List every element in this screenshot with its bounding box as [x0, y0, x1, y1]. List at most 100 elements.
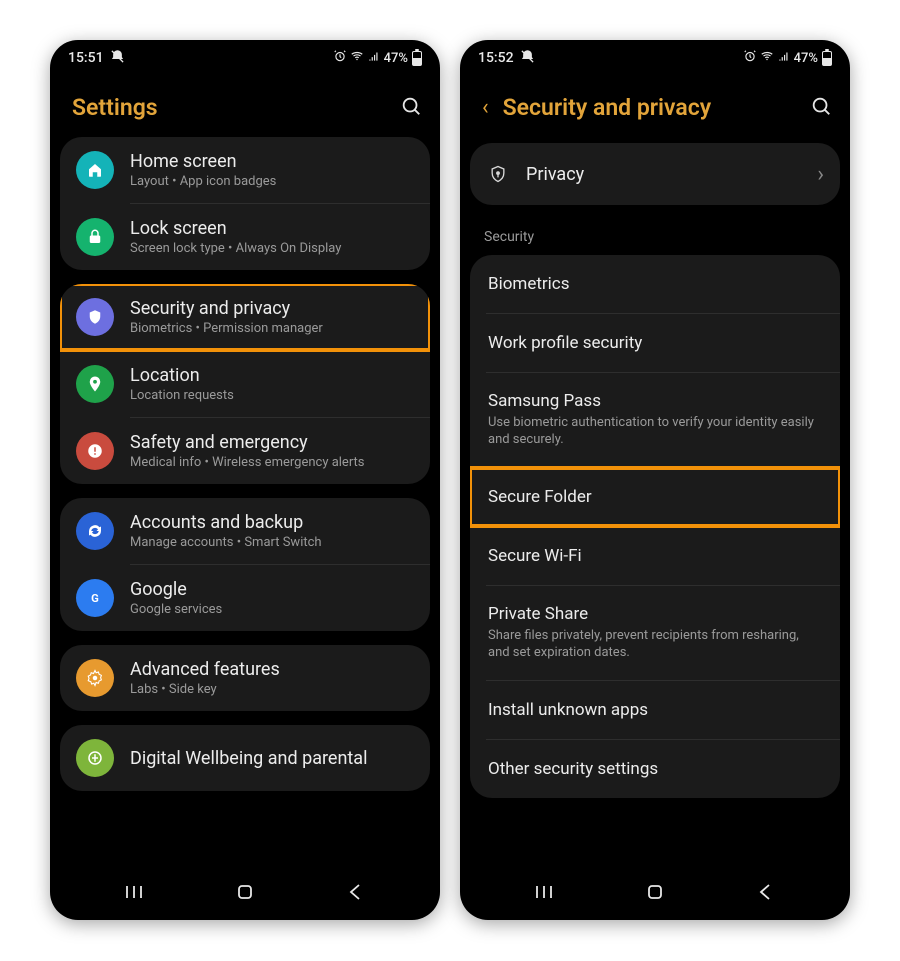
settings-row-advanced-features[interactable]: Advanced features Labs • Side key [60, 645, 430, 711]
alert-icon [76, 432, 114, 470]
row-title: Work profile security [488, 333, 822, 353]
alarm-icon [743, 49, 757, 67]
row-title: Security and privacy [130, 298, 414, 319]
security-row-install-unknown-apps[interactable]: Install unknown apps [470, 681, 840, 739]
page-title: Settings [72, 94, 158, 121]
privacy-card: Privacy › [470, 143, 840, 205]
signal-icon [777, 49, 791, 67]
back-button[interactable]: ‹ [482, 97, 489, 119]
row-title: Advanced features [130, 659, 414, 680]
settings-group: Digital Wellbeing and parental [60, 725, 430, 791]
search-button[interactable] [810, 95, 832, 121]
android-navbar [50, 872, 440, 920]
nav-home-button[interactable] [643, 880, 667, 904]
settings-row-accounts-and-backup[interactable]: Accounts and backup Manage accounts • Sma… [60, 498, 430, 564]
pin-icon [76, 365, 114, 403]
row-subtitle: Screen lock type • Always On Display [130, 241, 414, 256]
row-title: Digital Wellbeing and parental [130, 748, 414, 769]
privacy-shield-icon [486, 164, 510, 184]
nav-back-button[interactable] [754, 880, 778, 904]
row-title: Secure Folder [488, 487, 822, 507]
row-title: Install unknown apps [488, 700, 822, 720]
privacy-label: Privacy [526, 164, 809, 185]
home-icon [76, 151, 114, 189]
dnd-icon [110, 49, 125, 68]
nav-recents-button[interactable] [532, 880, 556, 904]
battery-text: 47% [794, 51, 818, 66]
battery-indicator: 47% [794, 51, 832, 66]
settings-row-home-screen[interactable]: Home screen Layout • App icon badges [60, 137, 430, 203]
battery-text: 47% [384, 51, 408, 66]
security-header: ‹ Security and privacy [460, 76, 850, 143]
battery-icon [412, 51, 422, 66]
dnd-icon [520, 49, 535, 68]
nav-back-button[interactable] [344, 880, 368, 904]
gear-icon [76, 659, 114, 697]
settings-group: Accounts and backup Manage accounts • Sma… [60, 498, 430, 631]
row-subtitle: Labs • Side key [130, 682, 414, 697]
row-subtitle: Layout • App icon badges [130, 174, 414, 189]
security-row-biometrics[interactable]: Biometrics [470, 255, 840, 313]
row-title: Secure Wi-Fi [488, 546, 822, 566]
row-title: Private Share [488, 604, 822, 624]
status-bar: 15:51 47% [50, 40, 440, 76]
row-title: Samsung Pass [488, 391, 822, 411]
nav-home-button[interactable] [233, 880, 257, 904]
settings-row-safety-and-emergency[interactable]: Safety and emergency Medical info • Wirel… [60, 418, 430, 484]
row-subtitle: Manage accounts • Smart Switch [130, 535, 414, 550]
row-title: Accounts and backup [130, 512, 414, 533]
plant-icon [76, 739, 114, 777]
row-title: Google [130, 579, 414, 600]
wifi-icon [760, 49, 774, 67]
google-icon: G [76, 579, 114, 617]
security-row-work-profile-security[interactable]: Work profile security [470, 314, 840, 372]
settings-group: Advanced features Labs • Side key [60, 645, 430, 711]
security-list[interactable]: Privacy › Security BiometricsWork profil… [460, 143, 850, 872]
settings-row-location[interactable]: Location Location requests [60, 351, 430, 417]
settings-phone: 15:51 47% Settings Home screen Layout • A… [50, 40, 440, 920]
row-subtitle: Location requests [130, 388, 414, 403]
sync-icon [76, 512, 114, 550]
security-row-private-share[interactable]: Private Share Share files privately, prev… [470, 586, 840, 680]
nav-recents-button[interactable] [122, 880, 146, 904]
row-title: Biometrics [488, 274, 822, 294]
alarm-icon [333, 49, 347, 67]
row-subtitle: Share files privately, prevent recipient… [488, 628, 822, 662]
search-button[interactable] [400, 95, 422, 121]
chevron-right-icon: › [817, 162, 824, 187]
security-row-other-security-settings[interactable]: Other security settings [470, 740, 840, 798]
row-subtitle: Biometrics • Permission manager [130, 321, 414, 336]
shield-icon [76, 298, 114, 336]
row-title: Home screen [130, 151, 414, 172]
wifi-icon [350, 49, 364, 67]
security-row-samsung-pass[interactable]: Samsung Pass Use biometric authentication… [470, 373, 840, 467]
page-title: Security and privacy [503, 94, 712, 121]
settings-list[interactable]: Home screen Layout • App icon badges Lock … [50, 137, 440, 872]
battery-icon [822, 51, 832, 66]
row-subtitle: Google services [130, 602, 414, 617]
status-time: 15:52 [478, 50, 514, 66]
settings-row-security-and-privacy[interactable]: Security and privacy Biometrics • Permiss… [60, 284, 430, 350]
row-subtitle: Medical info • Wireless emergency alerts [130, 455, 414, 470]
android-navbar [460, 872, 850, 920]
row-title: Safety and emergency [130, 432, 414, 453]
status-time: 15:51 [68, 50, 104, 66]
settings-group: Home screen Layout • App icon badges Lock … [60, 137, 430, 270]
security-row-secure-wi-fi[interactable]: Secure Wi-Fi [470, 527, 840, 585]
row-title: Other security settings [488, 759, 822, 779]
status-bar: 15:52 47% [460, 40, 850, 76]
settings-row-google[interactable]: G Google Google services [60, 565, 430, 631]
security-card: Biometrics Work profile security Samsung P… [470, 255, 840, 798]
battery-indicator: 47% [384, 51, 422, 66]
settings-header: Settings [50, 76, 440, 143]
row-title: Lock screen [130, 218, 414, 239]
settings-row-digital-wellbeing-and-parental[interactable]: Digital Wellbeing and parental [60, 725, 430, 791]
privacy-row[interactable]: Privacy › [470, 143, 840, 205]
security-row-secure-folder[interactable]: Secure Folder [470, 468, 840, 526]
security-phone: 15:52 47% ‹ Security and privacy [460, 40, 850, 920]
settings-group: Security and privacy Biometrics • Permiss… [60, 284, 430, 484]
settings-row-lock-screen[interactable]: Lock screen Screen lock type • Always On … [60, 204, 430, 270]
lock-icon [76, 218, 114, 256]
row-subtitle: Use biometric authentication to verify y… [488, 415, 822, 449]
row-title: Location [130, 365, 414, 386]
